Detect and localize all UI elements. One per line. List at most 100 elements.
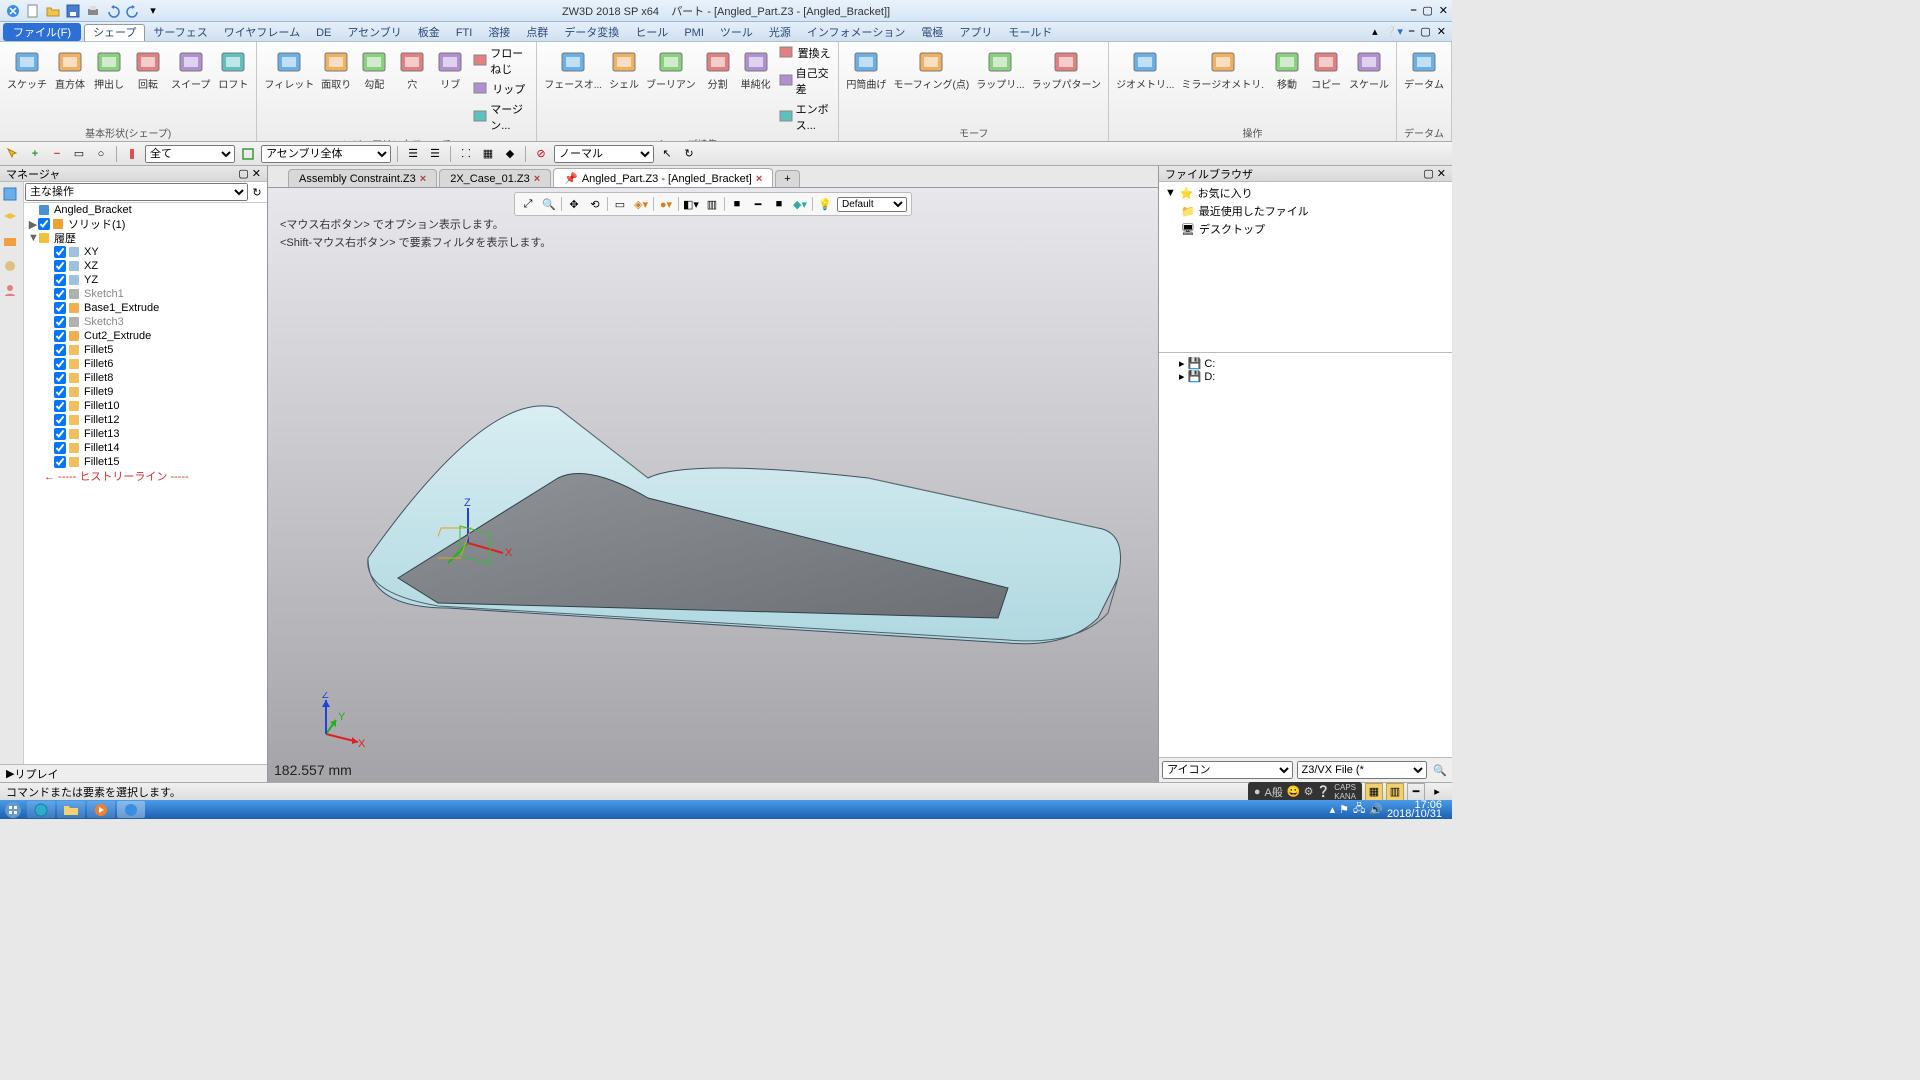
minimize-icon[interactable]: ⎯ <box>1411 4 1417 17</box>
ribbon-btn[interactable]: 押出し <box>90 44 128 94</box>
view-mode-select[interactable]: ノーマル <box>554 145 654 163</box>
ribbon-btn[interactable]: スケッチ <box>4 44 50 94</box>
viewport[interactable]: ⤢ 🔍 ✥ ⟲ ▭ ◈▾ ●▾ ◧▾ ▥ ■ ━ ■ ◆▾ 💡 <box>268 188 1158 782</box>
ribbon-btn[interactable]: シェル <box>605 44 643 94</box>
redo-icon[interactable] <box>124 2 142 20</box>
system-clock[interactable]: 17:062018/10/31 <box>1387 801 1446 819</box>
tree-checkbox[interactable] <box>38 218 50 230</box>
app-icon[interactable] <box>4 2 22 20</box>
tree-checkbox[interactable] <box>54 330 66 342</box>
tree-checkbox[interactable] <box>54 456 66 468</box>
qat-more-icon[interactable]: ▾ <box>144 2 162 20</box>
maximize-icon[interactable]: ▢ <box>1422 4 1432 17</box>
tree-checkbox[interactable] <box>54 246 66 258</box>
ribbon-btn[interactable]: フィレット <box>261 44 317 94</box>
tree-item[interactable]: XY <box>24 245 267 259</box>
visual-tab-icon[interactable] <box>2 258 20 276</box>
browser-item[interactable]: 📁 最近使用したファイル <box>1161 202 1450 220</box>
ribbon-btn[interactable]: コピー <box>1307 44 1345 94</box>
tree-checkbox[interactable] <box>54 414 66 426</box>
help-icon[interactable]: ❔▾ <box>1384 25 1403 38</box>
tree-reset-icon[interactable]: ↻ <box>248 183 266 201</box>
drive-item[interactable]: ▸ 💾 C: <box>1163 357 1448 370</box>
taskbar-ie-icon[interactable] <box>27 801 55 818</box>
pick-icon[interactable] <box>4 145 22 163</box>
tree-checkbox[interactable] <box>54 358 66 370</box>
ime-indicator[interactable]: ● A般 😀 ⚙ ❔ CAPSKANA <box>1248 782 1362 802</box>
ribbon-btn[interactable]: リブ <box>431 44 469 94</box>
ribbon-btn[interactable]: データム <box>1401 44 1447 94</box>
ribbon-btn[interactable]: 勾配 <box>355 44 393 94</box>
tray-volume-icon[interactable]: 🔊 <box>1369 803 1383 816</box>
menu-tab-10[interactable]: ヒール <box>627 25 676 41</box>
taskbar-explorer-icon[interactable] <box>57 801 85 818</box>
tree-checkbox[interactable] <box>54 428 66 440</box>
tab-close-icon[interactable]: × <box>420 173 426 185</box>
tree-item[interactable]: ▶ソリッド(1) <box>24 217 267 231</box>
tree-item[interactable]: ← ----- ヒストリーライン ----- <box>24 469 267 483</box>
tree-item[interactable]: Fillet12 <box>24 413 267 427</box>
open-icon[interactable] <box>44 2 62 20</box>
close-icon[interactable]: ✕ <box>1439 4 1448 17</box>
line-icon[interactable]: ━ <box>749 195 767 213</box>
view-style-select[interactable]: アイコン <box>1162 761 1293 779</box>
scope-icon[interactable] <box>239 145 257 163</box>
zoom-fit-icon[interactable]: ⤢ <box>519 195 537 213</box>
tree-item[interactable]: Sketch3 <box>24 315 267 329</box>
tree-checkbox[interactable] <box>54 274 66 286</box>
tree-item[interactable]: Angled_Bracket <box>24 203 267 217</box>
tree-item[interactable]: Fillet8 <box>24 371 267 385</box>
file-menu[interactable]: ファイル(F) <box>3 23 81 41</box>
doc-min-icon[interactable]: ⎯ <box>1409 25 1415 38</box>
ribbon-btn[interactable]: ブーリアン <box>643 44 699 94</box>
tree-checkbox[interactable] <box>54 302 66 314</box>
document-tab[interactable]: 2X_Case_01.Z3 × <box>439 169 551 187</box>
tree-checkbox[interactable] <box>54 260 66 272</box>
document-tab[interactable]: Assembly Constraint.Z3 × <box>288 169 437 187</box>
ribbon-btn[interactable]: 穴 <box>393 44 431 94</box>
tray-flag-icon[interactable]: ⚑ <box>1339 803 1349 816</box>
tree-item[interactable]: Fillet6 <box>24 357 267 371</box>
ribbon-btn[interactable]: モーフィング(点) <box>890 44 972 94</box>
taskbar-media-icon[interactable] <box>87 801 115 818</box>
tree-checkbox[interactable] <box>54 288 66 300</box>
ribbon-btn-small[interactable]: エンボス... <box>776 100 835 134</box>
add-icon[interactable]: + <box>26 145 44 163</box>
tree-item[interactable]: Base1_Extrude <box>24 301 267 315</box>
tree-checkbox[interactable] <box>54 442 66 454</box>
ribbon-btn-small[interactable]: 自己交差 <box>776 64 835 98</box>
zoom-icon[interactable]: 🔍 <box>540 195 558 213</box>
status-arrow-icon[interactable]: ▸ <box>1428 783 1446 801</box>
iso-view-icon[interactable]: ◈▾ <box>632 195 650 213</box>
material-icon[interactable]: ◆▾ <box>791 195 809 213</box>
ribbon-btn[interactable]: ミラージオメトリ. <box>1178 44 1267 94</box>
ribbon-btn[interactable]: 面取り <box>317 44 355 94</box>
bulb-icon[interactable]: 💡 <box>816 195 834 213</box>
tree-item[interactable]: Fillet14 <box>24 441 267 455</box>
ribbon-btn-small[interactable]: リップ <box>470 80 532 98</box>
ribbon-btn-small[interactable]: マージン... <box>470 100 532 134</box>
ribbon-minimize-icon[interactable]: ▴ <box>1372 25 1378 38</box>
ribbon-btn[interactable]: 円筒曲げ <box>843 44 889 94</box>
ribbon-btn[interactable]: 回転 <box>129 44 167 94</box>
browser-item[interactable]: ▼ ⭐ お気に入り <box>1161 184 1450 202</box>
lasso-icon[interactable]: ○ <box>92 145 110 163</box>
ribbon-btn[interactable]: 直方体 <box>51 44 89 94</box>
color-black-icon[interactable]: ■ <box>728 195 746 213</box>
rotate-icon[interactable]: ⟲ <box>586 195 604 213</box>
front-view-icon[interactable]: ▭ <box>611 195 629 213</box>
view-mode-3-icon[interactable]: ━ <box>1407 783 1425 801</box>
marker-icon[interactable]: ◆ <box>501 145 519 163</box>
doc-close-icon[interactable]: ✕ <box>1437 25 1446 38</box>
tree-checkbox[interactable] <box>54 316 66 328</box>
history-tab-icon[interactable] <box>2 186 20 204</box>
tree-item[interactable]: Fillet15 <box>24 455 267 469</box>
ribbon-btn[interactable]: ジオメトリ... <box>1113 44 1177 94</box>
split-icon[interactable]: ▥ <box>703 195 721 213</box>
ribbon-btn[interactable]: ラップパターン <box>1029 44 1105 94</box>
tree-item[interactable]: Fillet13 <box>24 427 267 441</box>
ribbon-btn[interactable]: ロフト <box>214 44 252 94</box>
layer-select[interactable]: Default <box>837 197 907 212</box>
menu-tab-0[interactable]: シェープ <box>84 24 145 41</box>
view-triad[interactable]: X Y Z <box>308 692 368 752</box>
